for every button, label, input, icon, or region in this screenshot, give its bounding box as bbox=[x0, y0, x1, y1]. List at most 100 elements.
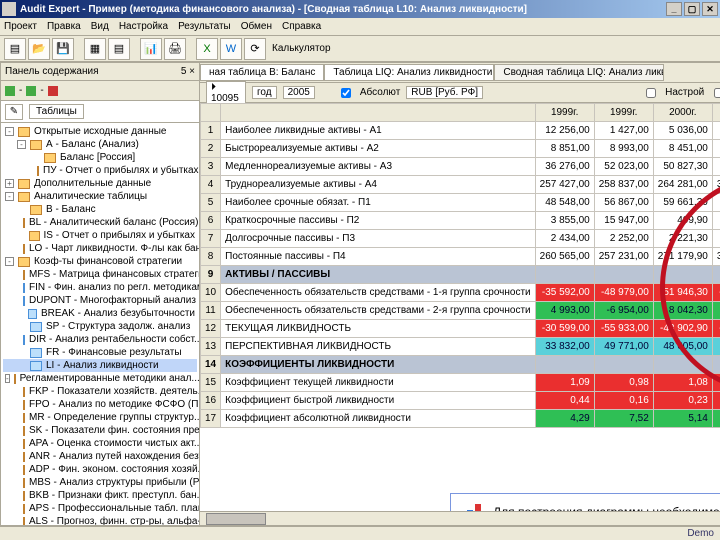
column-header[interactable]: 1999г. bbox=[594, 104, 653, 122]
cell[interactable]: 2 252,00 bbox=[594, 230, 653, 248]
cell[interactable]: 2 221,30 bbox=[653, 230, 712, 248]
tree-item[interactable]: DIR - Анализ рентабельности собст... bbox=[3, 333, 197, 346]
cell[interactable]: 4 993,00 bbox=[535, 302, 594, 320]
cell[interactable]: 257 231,00 bbox=[594, 248, 653, 266]
cell[interactable]: 1,14 bbox=[712, 374, 720, 392]
cell[interactable]: 8 851,00 bbox=[535, 140, 594, 158]
cell[interactable]: 48 548,00 bbox=[535, 194, 594, 212]
cell[interactable]: 271 179,90 bbox=[653, 248, 712, 266]
tree-twisty-icon[interactable]: - bbox=[5, 257, 14, 266]
tree-item[interactable]: BREAK - Анализ безубыточности bbox=[3, 307, 197, 320]
tree-twisty-icon[interactable]: - bbox=[5, 374, 10, 383]
grid-wrap[interactable]: 1999г.1999г.2000г.2001г.201Наиболее ликв… bbox=[200, 103, 720, 511]
menu-results[interactable]: Результаты bbox=[178, 21, 231, 32]
year-mode[interactable]: год bbox=[252, 86, 277, 99]
cell[interactable]: 4,97 bbox=[712, 410, 720, 428]
cell[interactable]: 4,29 bbox=[535, 410, 594, 428]
tree-item[interactable]: IS - Отчет о прибылях и убытках bbox=[3, 229, 197, 242]
cell[interactable]: -6 954,00 bbox=[594, 302, 653, 320]
tool-open[interactable]: 📂 bbox=[28, 38, 50, 60]
table-row[interactable]: 17Коэффициент абсолютной ликвидности4,29… bbox=[201, 410, 720, 428]
cell[interactable]: 52 023,00 bbox=[594, 158, 653, 176]
cell[interactable]: 12 256,00 bbox=[535, 122, 594, 140]
cell[interactable]: 8 451,00 bbox=[653, 140, 712, 158]
sidebar-tab-tables[interactable]: Таблицы bbox=[29, 104, 84, 119]
cell[interactable]: 317 137,20 bbox=[712, 176, 720, 194]
table-row[interactable]: 3Медленнореализуемые активы - А336 276,0… bbox=[201, 158, 720, 176]
cell[interactable]: 57 364,80 bbox=[712, 338, 720, 356]
tree-item[interactable]: APS - Профессиональные табл. план... bbox=[3, 502, 197, 515]
sidebar-fivex[interactable]: 5 × bbox=[181, 66, 195, 77]
menu-edit[interactable]: Правка bbox=[47, 21, 81, 32]
cell[interactable] bbox=[653, 356, 712, 374]
tree-twisty-icon[interactable]: - bbox=[5, 192, 14, 201]
tree-item[interactable]: SK - Показатели фин. состояния пред... bbox=[3, 424, 197, 437]
column-header[interactable]: 2000г. bbox=[653, 104, 712, 122]
minimize-button[interactable]: _ bbox=[666, 2, 682, 16]
red-square-icon[interactable] bbox=[48, 86, 58, 96]
tree-item[interactable]: -А - Баланс (Анализ) bbox=[3, 138, 197, 151]
cell[interactable] bbox=[653, 266, 712, 284]
doc-tab-1[interactable]: Таблица LIQ: Анализ ликвидности bbox=[324, 64, 494, 81]
tree-item[interactable]: ADP - Фин. эконом. состояния хозяй... bbox=[3, 463, 197, 476]
cell[interactable]: -35 592,00 bbox=[535, 284, 594, 302]
table-row[interactable]: 8Постоянные пассивы - П4260 565,00257 23… bbox=[201, 248, 720, 266]
cell[interactable]: -59 977,96 bbox=[712, 284, 720, 302]
cell[interactable] bbox=[712, 266, 720, 284]
table-row[interactable]: 9АКТИВЫ / ПАССИВЫ bbox=[201, 266, 720, 284]
posl-checkbox[interactable] bbox=[714, 88, 720, 98]
tree-item[interactable]: +Дополнительные данные bbox=[3, 177, 197, 190]
table-row[interactable]: 2Быстрореализуемые активы - А28 851,008 … bbox=[201, 140, 720, 158]
doc-tab-2[interactable]: Сводная таблица LIQ: Анализ ликвидности bbox=[494, 64, 664, 81]
table-row[interactable]: 13ПЕРСПЕКТИВНАЯ ЛИКВИДНОСТЬ33 832,0049 7… bbox=[201, 338, 720, 356]
tree-item[interactable]: FPO - Анализ по методике ФСФО (При... bbox=[3, 398, 197, 411]
cell[interactable] bbox=[535, 356, 594, 374]
cell[interactable]: -51 946,30 bbox=[653, 284, 712, 302]
tree-item[interactable]: FR - Финансовые результаты bbox=[3, 346, 197, 359]
green-square-icon-2[interactable] bbox=[26, 86, 36, 96]
tree-item[interactable]: ANR - Анализ путей нахождения безу... bbox=[3, 450, 197, 463]
table-row[interactable]: 5Наиболее срочные обязат. - П148 548,005… bbox=[201, 194, 720, 212]
cell[interactable]: 10 141,20 bbox=[712, 140, 720, 158]
tree-item[interactable]: -Открытые исходные данные bbox=[3, 125, 197, 138]
tool-new[interactable]: ▤ bbox=[4, 38, 26, 60]
column-header[interactable]: 2001г. bbox=[712, 104, 720, 122]
tree-item[interactable]: FIN - Фин. анализ по регл. методикам bbox=[3, 281, 197, 294]
year-step[interactable]: ⏵ 10095 bbox=[206, 81, 246, 105]
cell[interactable]: 0,98 bbox=[594, 374, 653, 392]
table-row[interactable]: 1Наиболее ликвидные активы - А112 256,00… bbox=[201, 122, 720, 140]
cell[interactable]: 56 867,00 bbox=[594, 194, 653, 212]
cell[interactable]: -55 933,00 bbox=[594, 320, 653, 338]
tool-word[interactable]: W bbox=[220, 38, 242, 60]
menu-exchange[interactable]: Обмен bbox=[241, 21, 272, 32]
close-button[interactable]: ✕ bbox=[702, 2, 718, 16]
table-row[interactable]: 14КОЭФФИЦИЕНТЫ ЛИКВИДНОСТИ bbox=[201, 356, 720, 374]
abs-checkbox[interactable] bbox=[341, 88, 351, 98]
doc-tab-0[interactable]: ная таблица B: Баланс bbox=[200, 64, 324, 81]
tool-layout[interactable]: ▦ bbox=[84, 38, 106, 60]
cell[interactable]: 15 947,00 bbox=[594, 212, 653, 230]
cell[interactable]: 48 605,00 bbox=[653, 338, 712, 356]
tree-item[interactable]: APA - Оценка стоимости чистых акт... bbox=[3, 437, 197, 450]
cell[interactable]: 258 837,00 bbox=[594, 176, 653, 194]
tree-item[interactable]: -Аналитические таблицы bbox=[3, 190, 197, 203]
cell[interactable]: -48 979,00 bbox=[594, 284, 653, 302]
cell[interactable]: 490,80 bbox=[712, 212, 720, 230]
cell[interactable]: 0,16 bbox=[594, 392, 653, 410]
cell[interactable]: 8 993,00 bbox=[594, 140, 653, 158]
tree-item[interactable]: DUPONT - Многофакторный анализ рен... bbox=[3, 294, 197, 307]
cell[interactable]: 7,52 bbox=[594, 410, 653, 428]
cell[interactable]: 1 427,00 bbox=[594, 122, 653, 140]
cell[interactable]: 260 565,00 bbox=[535, 248, 594, 266]
cell[interactable] bbox=[594, 356, 653, 374]
tool-excel[interactable]: X bbox=[196, 38, 218, 60]
cell[interactable]: 409,90 bbox=[653, 212, 712, 230]
cell[interactable]: 60 032,40 bbox=[712, 158, 720, 176]
column-header[interactable]: 1999г. bbox=[535, 104, 594, 122]
table-row[interactable]: 16Коэффициент быстрой ликвидности0,440,1… bbox=[201, 392, 720, 410]
cell[interactable]: 49 771,00 bbox=[594, 338, 653, 356]
tree-item[interactable]: MFS - Матрица финансовых стратегий bbox=[3, 268, 197, 281]
tree-item[interactable]: ALS - Прогноз, финн. стр-ры, альфа-тэр..… bbox=[3, 515, 197, 525]
menu-view[interactable]: Вид bbox=[91, 21, 109, 32]
column-header[interactable] bbox=[221, 104, 536, 122]
